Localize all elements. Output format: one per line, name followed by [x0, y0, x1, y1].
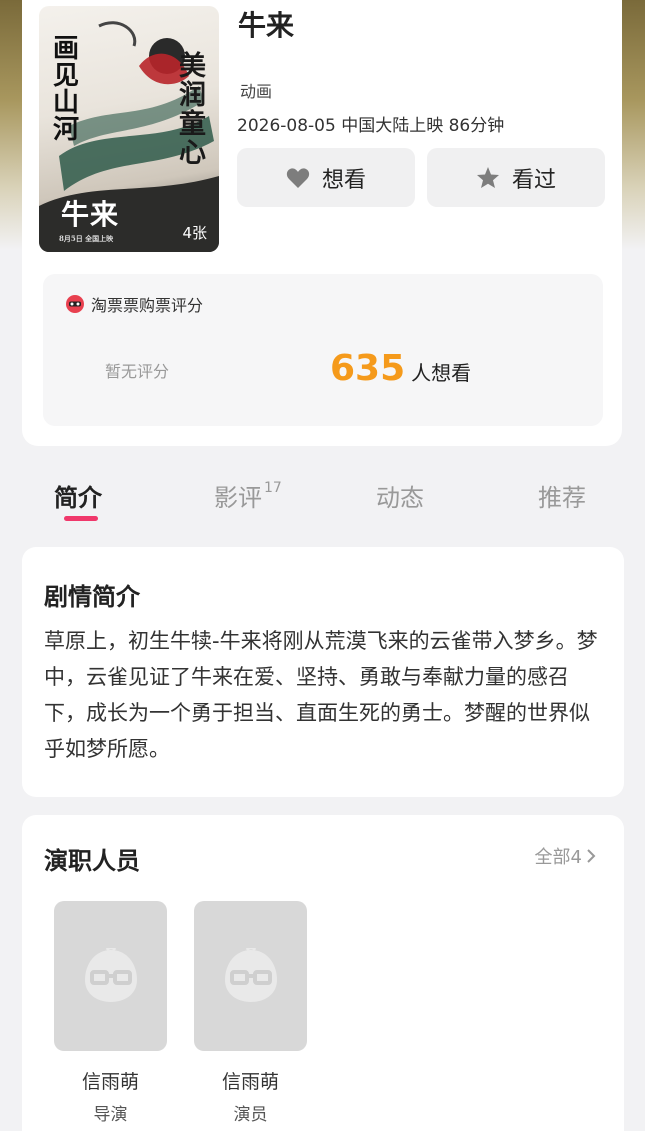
rating-source: 淘票票购票评分: [65, 292, 203, 316]
tab-updates-label: 动态: [376, 484, 424, 512]
cast-name: 信雨萌: [221, 1071, 279, 1093]
synopsis-text: 草原上，初生牛犊-牛来将刚从荒漠飞来的云雀带入梦乡。梦中，云雀见证了牛来在爱、坚…: [44, 629, 598, 761]
release-info: 2026-08-05 中国大陆上映 86分钟: [237, 116, 505, 136]
tab-reviews-label: 影评: [214, 484, 262, 512]
poster-right-text: 美润童心: [179, 51, 206, 169]
see-all-label: 全部4: [534, 847, 582, 868]
review-count-badge: 17: [264, 480, 282, 496]
poster-image-count: 4张: [182, 224, 207, 242]
want-count: 635 人想看: [330, 348, 471, 389]
cast-card: 演职人员 全部4 信雨萌 导演 信雨萌 演员: [22, 815, 624, 1131]
poster-title: 牛来: [61, 198, 120, 231]
default-avatar-icon: [84, 948, 137, 1002]
movie-poster[interactable]: 画见山河 美润童心 牛来 8月5日 全国上映 4张: [39, 6, 219, 252]
no-score-label: 暂无评分: [105, 362, 170, 381]
cast-role: 导演: [93, 1105, 128, 1125]
chevron-right-icon: [587, 849, 596, 863]
cast-member[interactable]: 信雨萌 导演: [54, 901, 167, 1125]
rating-source-label: 淘票票购票评分: [91, 296, 204, 315]
cast-title: 演职人员: [44, 847, 140, 875]
poster-left-text: 画见山河: [53, 34, 80, 145]
rating-panel: 淘票票购票评分 暂无评分 635 人想看: [43, 274, 603, 426]
want-count-suffix: 人想看: [411, 361, 472, 385]
synopsis-title: 剧情简介: [44, 583, 140, 611]
tab-intro-label: 简介: [54, 484, 102, 512]
star-icon: [476, 167, 499, 188]
default-avatar-icon: [224, 948, 277, 1002]
want-count-number: 635: [330, 348, 406, 389]
watched-button[interactable]: 看过: [427, 148, 605, 207]
synopsis-card: 剧情简介 草原上，初生牛犊-牛来将刚从荒漠飞来的云雀带入梦乡。梦中，云雀见证了牛…: [22, 547, 624, 797]
tab-recommend-label: 推荐: [538, 484, 586, 512]
tab-updates[interactable]: 动态: [376, 478, 424, 513]
want-to-watch-label: 想看: [321, 167, 366, 193]
want-to-watch-button[interactable]: 想看: [237, 148, 415, 207]
avatar: [54, 901, 167, 1051]
cast-name: 信雨萌: [81, 1071, 139, 1093]
poster-date: 8月5日 全国上映: [59, 234, 114, 243]
heart-icon: [286, 167, 310, 188]
taopiaopiao-logo-icon: [66, 295, 84, 313]
cast-member[interactable]: 信雨萌 演员: [194, 901, 307, 1125]
see-all-cast-link[interactable]: 全部4: [535, 843, 596, 869]
tab-intro[interactable]: 简介: [54, 478, 102, 513]
watched-label: 看过: [511, 167, 556, 193]
tab-reviews[interactable]: 影评 17: [214, 478, 282, 513]
cast-role: 演员: [233, 1105, 268, 1125]
movie-title: 牛来: [238, 9, 295, 42]
avatar: [194, 901, 307, 1051]
movie-genre: 动画: [240, 82, 273, 101]
tab-recommend[interactable]: 推荐: [538, 478, 586, 513]
active-tab-indicator: [64, 516, 98, 521]
